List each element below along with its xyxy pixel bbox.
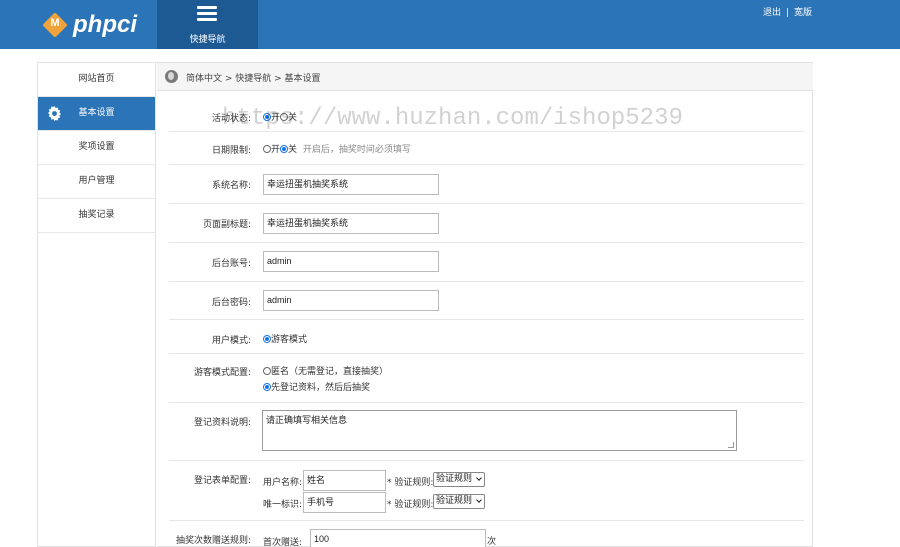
unique-id-field-label: 唯一标识: (263, 500, 303, 510)
date-limit-on-radio[interactable] (263, 145, 271, 153)
register-form-label: 登记表单配置: (193, 476, 251, 486)
quick-nav-button[interactable]: 快捷导航 (157, 0, 258, 49)
guest-mode-register-option: 先登记资料，然后后抽奖 (263, 380, 370, 393)
admin-password-input[interactable]: admin (263, 290, 439, 311)
register-desc-textarea[interactable]: 请正确填写相关信息 (262, 410, 737, 451)
guest-mode-radio[interactable] (263, 335, 271, 343)
top-bar: M phpci 快捷导航 退出 宽版 (0, 0, 900, 49)
form-row-register-form: 登记表单配置: 用户名称: 姓名 * 验证规则: 验证规则 唯一标识: 手机号 … (169, 461, 804, 521)
user-mode-control: 游客模式 (263, 332, 307, 345)
sidebar-item-basic-settings[interactable]: 基本设置 (38, 97, 155, 131)
logout-link[interactable]: 退出 (763, 8, 781, 18)
form-row-guest-mode-config: 游客模式配置: 匿名（无需登记，直接抽奖） 先登记资料，然后后抽奖 (169, 354, 804, 403)
logo-letter: M (50, 17, 60, 29)
sidebar-item-label: 抽奖记录 (78, 210, 115, 220)
sidebar-item-label: 奖项设置 (78, 142, 115, 152)
chevron-down-icon (476, 497, 482, 503)
activity-status-off-radio[interactable] (280, 113, 289, 121)
register-first-radio[interactable] (263, 383, 271, 391)
first-gift-unit: 次 (487, 537, 497, 547)
sidebar-item-label: 网站首页 (78, 74, 115, 84)
logo-icon: M (42, 12, 68, 38)
sidebar: 网站首页 基本设置 奖项设置 用户管理 抽奖记录 (37, 62, 156, 547)
logo[interactable]: M phpci (42, 11, 137, 39)
username-field-input[interactable]: 姓名 (303, 470, 386, 491)
divider (786, 8, 788, 17)
register-desc-label: 登记资料说明: (193, 418, 251, 428)
register-desc-text: 请正确填写相关信息 (266, 416, 348, 426)
sidebar-item-label: 用户管理 (78, 176, 115, 186)
date-limit-hint: 开启后，抽奖时间必须填写 (302, 145, 411, 155)
user-mode-label: 用户模式: (211, 336, 251, 346)
activity-status-control: 开关 (263, 110, 297, 123)
date-limit-off-radio[interactable] (280, 145, 289, 153)
guest-mode-anonymous-option: 匿名（无需登记，直接抽奖） (263, 364, 388, 377)
guest-mode-config-label: 游客模式配置: (193, 368, 251, 378)
page-subtitle-label: 页面副标题: (202, 220, 251, 230)
quick-nav-label: 快捷导航 (189, 35, 226, 45)
sidebar-item-prize-settings[interactable]: 奖项设置 (38, 131, 155, 165)
logo-text: phpci (73, 11, 137, 38)
system-name-label: 系统名称: (211, 181, 251, 191)
chevron-down-icon (476, 475, 482, 481)
admin-password-label: 后台密码: (211, 298, 251, 308)
resize-handle-icon[interactable] (728, 442, 734, 448)
radio-label: 开 (271, 145, 281, 155)
form-row-admin-account: 后台账号: admin (169, 243, 804, 282)
anonymous-radio[interactable] (263, 367, 271, 375)
select-value: 验证规则 (436, 474, 473, 484)
unique-id-rule-select[interactable]: 验证规则 (433, 494, 486, 509)
form-row-draw-rule: 抽奖次数赠送规则: 首次赠送: 100 次 (169, 521, 804, 547)
radio-label: 关 (288, 145, 298, 155)
admin-account-label: 后台账号: (211, 259, 251, 269)
draw-rule-label: 抽奖次数赠送规则: (175, 536, 251, 546)
sidebar-item-label: 基本设置 (78, 108, 115, 118)
breadcrumb: 简体中文 > 快捷导航 > 基本设置 (157, 63, 813, 91)
radio-label: 匿名（无需登记，直接抽奖） (271, 367, 389, 377)
gear-icon (47, 106, 62, 121)
wide-layout-link[interactable]: 宽版 (794, 8, 812, 18)
radio-label: 关 (288, 113, 298, 123)
page-subtitle-input[interactable]: 幸运扭蛋机抽奖系统 (263, 213, 439, 234)
unique-id-field-input[interactable]: 手机号 (303, 492, 386, 513)
username-field-label: 用户名称: (263, 478, 303, 488)
username-rule-label: * 验证规则: (387, 478, 434, 488)
menu-icon (197, 6, 217, 22)
form-row-page-subtitle: 页面副标题: 幸运扭蛋机抽奖系统 (169, 204, 804, 243)
form-row-system-name: 系统名称: 幸运扭蛋机抽奖系统 (169, 165, 804, 204)
date-limit-control: 开关 开启后，抽奖时间必须填写 (263, 142, 411, 155)
radio-label: 游客模式 (271, 335, 308, 345)
first-gift-input[interactable]: 100 (310, 529, 486, 547)
sidebar-item-user-management[interactable]: 用户管理 (38, 165, 155, 199)
system-name-input[interactable]: 幸运扭蛋机抽奖系统 (263, 174, 439, 195)
main-panel: 简体中文 > 快捷导航 > 基本设置 活动状态: 开关 日期限制: 开关 开启后… (157, 62, 813, 547)
top-links: 退出 宽版 (763, 5, 812, 18)
form-row-date-limit: 日期限制: 开关 开启后，抽奖时间必须填写 (169, 132, 804, 165)
radio-label: 先登记资料，然后后抽奖 (271, 383, 371, 393)
first-gift-label: 首次赠送: (263, 538, 303, 547)
globe-icon (165, 70, 178, 83)
admin-account-input[interactable]: admin (263, 251, 439, 272)
radio-label: 开 (271, 113, 281, 123)
unique-id-rule-label: * 验证规则: (387, 500, 434, 510)
username-rule-select[interactable]: 验证规则 (433, 472, 486, 487)
form-row-activity-status: 活动状态: 开关 (169, 97, 804, 132)
form-row-admin-password: 后台密码: admin (169, 282, 804, 320)
sidebar-item-draw-records[interactable]: 抽奖记录 (38, 199, 155, 233)
breadcrumb-path: 简体中文 > 快捷导航 > 基本设置 (186, 74, 321, 84)
activity-status-label: 活动状态: (211, 114, 251, 124)
sidebar-item-home[interactable]: 网站首页 (38, 63, 155, 97)
date-limit-label: 日期限制: (211, 146, 251, 156)
form-row-user-mode: 用户模式: 游客模式 (169, 320, 804, 354)
select-value: 验证规则 (436, 496, 473, 506)
form-row-register-desc: 登记资料说明: 请正确填写相关信息 (169, 403, 804, 461)
activity-status-on-radio[interactable] (263, 113, 271, 121)
